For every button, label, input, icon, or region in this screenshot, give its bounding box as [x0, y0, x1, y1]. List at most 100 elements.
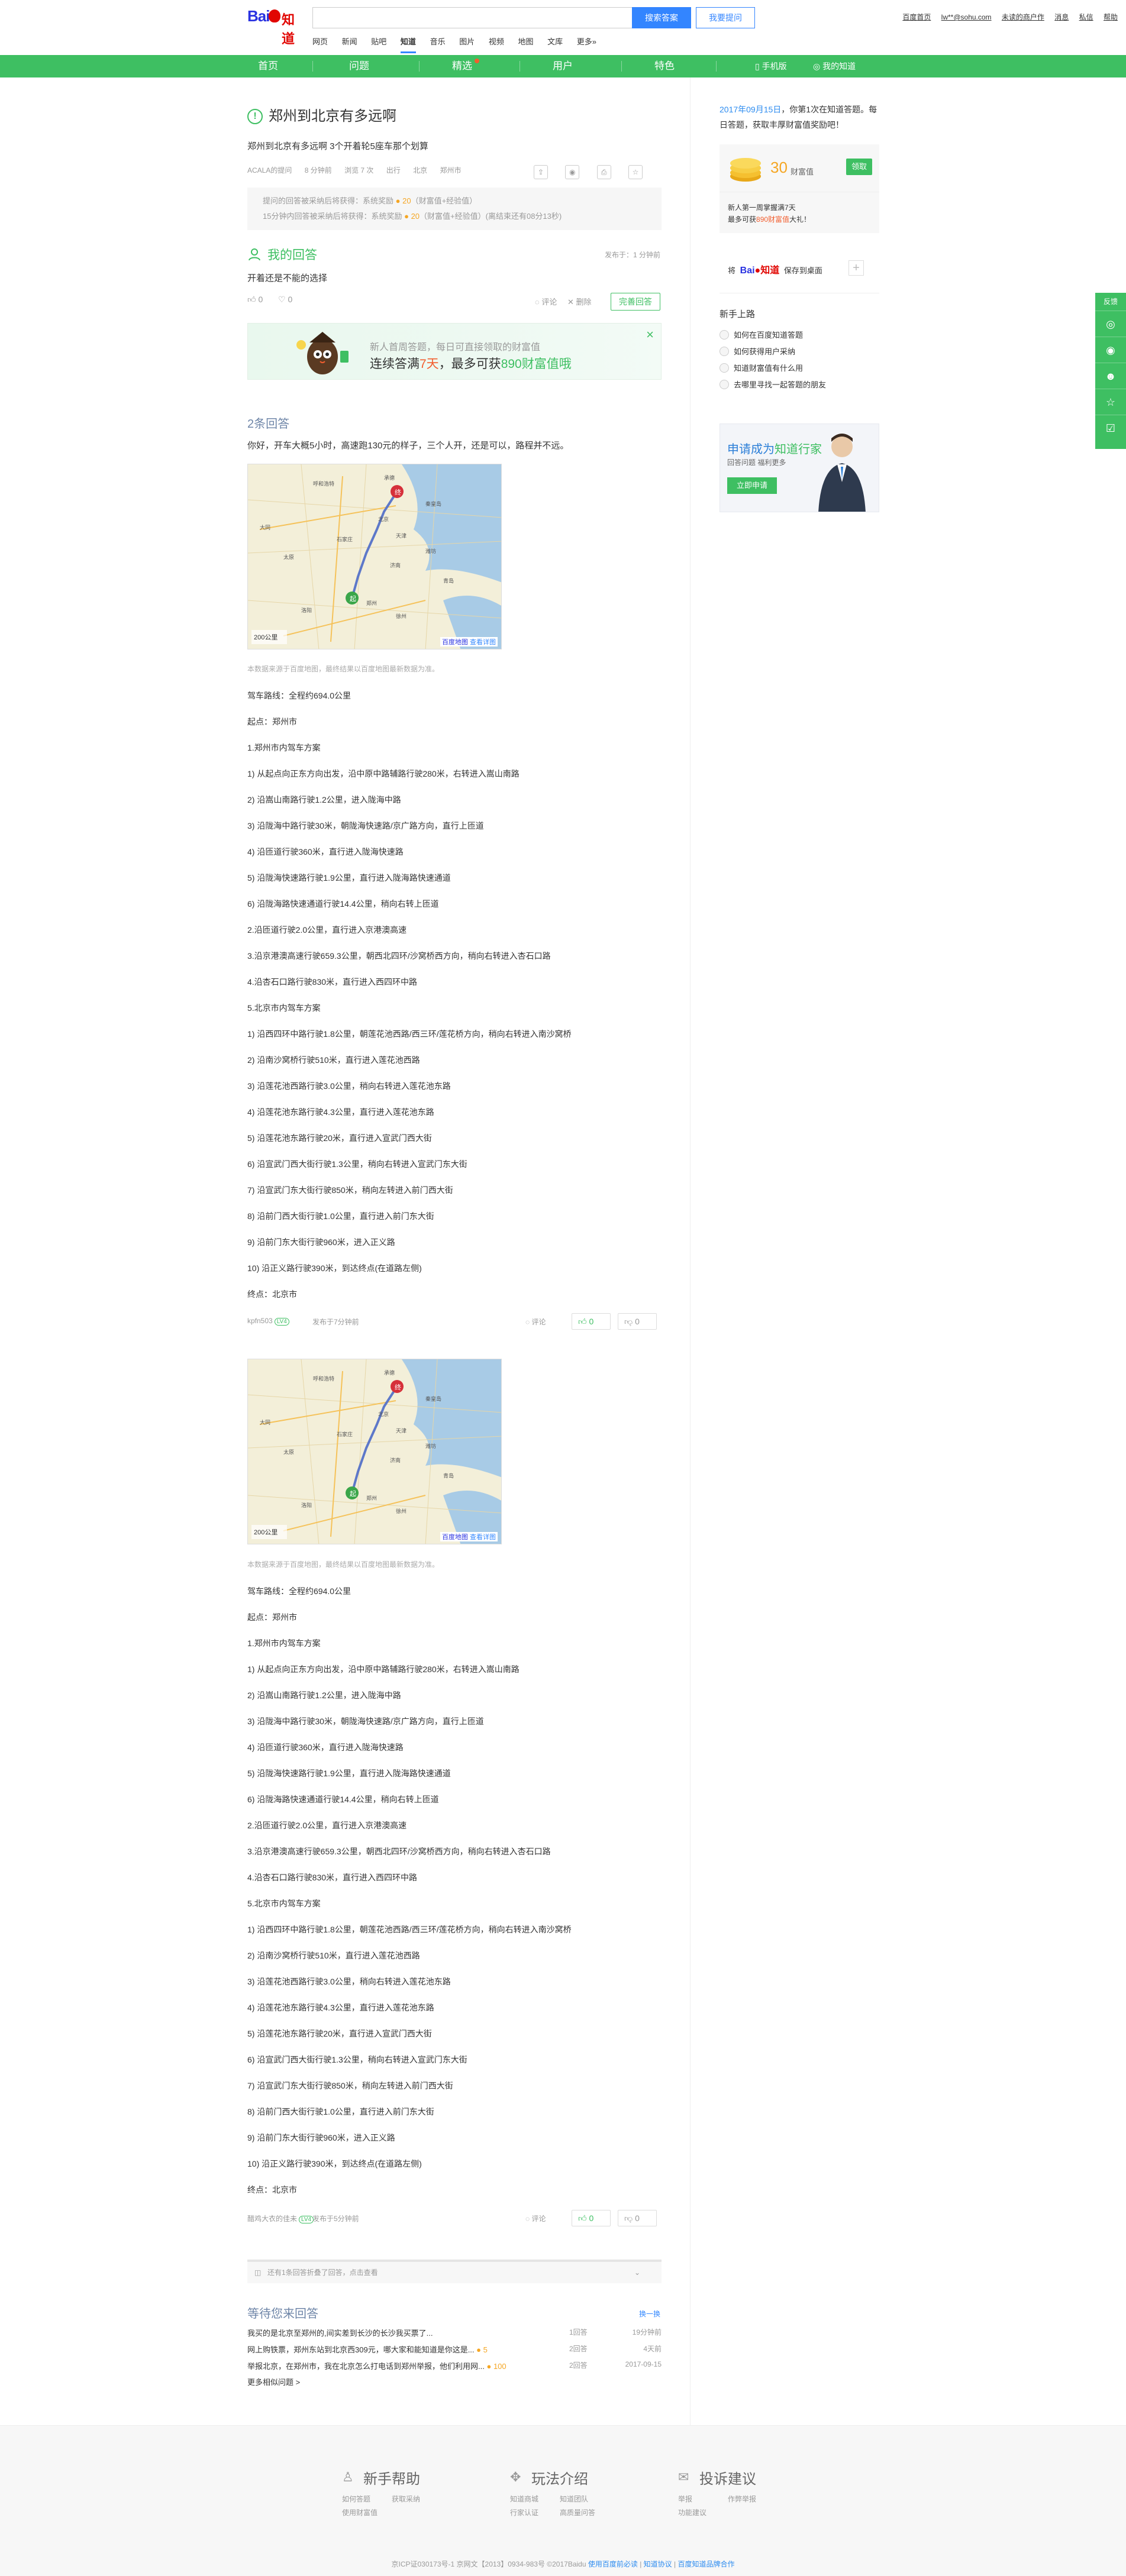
map-brand[interactable]: 百度地图 查看详图 [440, 1532, 498, 1541]
footer-link[interactable]: 如何答题 [342, 2494, 392, 2504]
wechat-icon[interactable]: ◎ [1095, 311, 1126, 337]
close-icon[interactable]: × [646, 327, 654, 342]
answer-comment[interactable]: ◌ 评论 [525, 2213, 546, 2223]
nav-mobile[interactable]: ▯ 手机版 [755, 55, 787, 77]
more-similar-link[interactable]: 更多相似问题 > [247, 2376, 300, 2387]
folded-answers-bar[interactable]: ◫ 还有1条回答折叠了回答，点击查看 ⌄ [247, 2260, 662, 2283]
answer-upvote[interactable]: 👍︎ 0 [572, 1313, 611, 1330]
svg-text:徐州: 徐州 [396, 613, 406, 620]
channel-map[interactable]: 地图 [518, 35, 533, 53]
link-help[interactable]: 帮助 [1104, 13, 1118, 21]
waiting-question[interactable]: 举报北京，在郑州市，我在北京怎么打电话到郑州举报，他们利用网... ● 100 … [247, 2360, 662, 2374]
delete-button[interactable]: ✕ 删除 [567, 298, 592, 306]
channel-more[interactable]: 更多» [577, 35, 596, 53]
tag-travel[interactable]: 出行 [386, 166, 401, 174]
footer-link[interactable]: 作弊举报 [728, 2494, 777, 2504]
footer-links: 举报 作弊举报 [678, 2494, 777, 2504]
channel-nav: 网页 新闻 贴吧 知道 音乐 图片 视频 地图 文库 更多» [312, 35, 608, 53]
nav-questions[interactable]: 问题 [349, 55, 369, 77]
terms-link[interactable]: 百度知道品牌合作 [677, 2560, 734, 2568]
expert-apply-ad[interactable]: 申请成为知道行家 回答问题 福利更多 立即申请 [720, 424, 879, 512]
svg-text:太原: 太原 [283, 554, 294, 561]
answer-downvote[interactable]: 👎︎ 0 [618, 1313, 657, 1330]
answer-comment[interactable]: ◌ 评论 [525, 1317, 546, 1327]
route-map[interactable]: 终 起 呼和浩特 承德 秦皇岛 大同 北京 天津 太原 石家庄 济南 潍坊 青岛 洛阳 郑州 徐州… [247, 464, 502, 649]
print-icon[interactable]: ⎙ [596, 165, 611, 179]
ask-question-button[interactable]: 我要提问 [696, 7, 755, 28]
map-brand[interactable]: 百度地图 查看详图 [440, 637, 498, 647]
baidu-zhidao-logo[interactable]: Bai 知道 [247, 7, 303, 47]
save-to-desktop[interactable]: 将 Bai●知道 保存到桌面 [728, 262, 822, 276]
footer-link[interactable]: 知道商城 [510, 2494, 560, 2504]
channel-wenku[interactable]: 文库 [547, 35, 563, 53]
footer-link[interactable]: 知道团队 [560, 2494, 609, 2504]
my-answer-upvote[interactable]: 👍︎ 0 [247, 295, 263, 305]
my-answer-downvote[interactable]: ♡ 0 [278, 295, 292, 305]
nav-special[interactable]: 特色 [654, 55, 675, 77]
feedback-button[interactable]: 反馈 [1095, 293, 1126, 311]
footer-link[interactable]: 行家认证 [510, 2507, 560, 2517]
claim-button[interactable]: 领取 [846, 159, 872, 175]
weibo-icon[interactable]: ◉ [1095, 337, 1126, 363]
link-merchant[interactable]: 未读的商户作 [1002, 13, 1044, 21]
link-private-msg[interactable]: 私信 [1079, 13, 1093, 21]
footer-link[interactable]: 高质量问答 [560, 2507, 609, 2517]
route-step: 10) 沿正义路行驶390米，到达终点(在道路左侧) [247, 1263, 422, 1273]
search-input[interactable] [312, 7, 632, 28]
terms-link[interactable]: 知道协议 [644, 2560, 672, 2568]
answer-intro: 你好，开车大概5小时，高速跑130元的样子，三个人开，还是可以，路程并不远。 [247, 441, 569, 451]
logo-bai: Bai [247, 7, 270, 25]
footer-link[interactable]: 功能建议 [678, 2507, 728, 2517]
question-tools: ⇪ ◉ ⎙ ☆ [529, 165, 653, 179]
link-baidu-home[interactable]: 百度首页 [902, 13, 931, 21]
answer-downvote[interactable]: 👎︎ 0 [618, 2210, 657, 2226]
guide-item[interactable]: 知道财富值有什么用 [720, 362, 803, 373]
footer-link[interactable]: 使用财富值 [342, 2507, 392, 2517]
share-icon[interactable]: ⇪ [533, 165, 548, 179]
asker[interactable]: ACALA的提问 [247, 166, 292, 174]
terms-link[interactable]: 使用百度前必读 [588, 2560, 638, 2568]
channel-tieba[interactable]: 贴吧 [371, 35, 386, 53]
star-icon[interactable]: ☆ [628, 165, 643, 179]
waiting-question[interactable]: 我买的是北京至郑州的,间实差到长沙的长沙我买票了... 1回答 19分钟前 [247, 2327, 662, 2341]
guide-item[interactable]: 如何在百度知道答题 [720, 329, 803, 340]
waiting-question[interactable]: 网上购铁票，郑州东站到北京西309元，哪大家和能知道是你这是... ● 5 2回… [247, 2344, 662, 2358]
link-messages[interactable]: 消息 [1054, 13, 1069, 21]
channel-web[interactable]: 网页 [312, 35, 328, 53]
route-map[interactable]: 终 起 呼和浩特 承德 秦皇岛 大同 北京 天津 太原 石家庄 济南 潍坊 青岛 洛阳 郑州 徐州… [247, 1359, 502, 1544]
guide-item[interactable]: 去哪里寻找一起答题的朋友 [720, 379, 826, 390]
weibo-icon[interactable]: ◉ [565, 165, 580, 179]
reward-info: 提问的回答被采纳后将获得：系统奖励 ● 20（财富值+经验值） 15分钟内回答被… [247, 188, 662, 230]
star-icon[interactable]: ☆ [1095, 389, 1126, 415]
svg-text:大同: 大同 [260, 524, 270, 531]
answer-user[interactable]: kpfn503 LV4 [247, 1317, 289, 1326]
comment-button[interactable]: ◌ 评论 [535, 298, 557, 306]
newbie-promo-banner[interactable]: 新人首周答题，每日可直接领取的财富值 连续答满7天，最多可获890财富值哦 × [247, 323, 662, 380]
answer-user[interactable]: 醋鸡大衣的佳未 LV4 [247, 2213, 314, 2223]
nav-home[interactable]: 首页 [258, 55, 278, 77]
route-step: 终点：北京市 [247, 1289, 297, 1299]
improve-answer-button[interactable]: 完善回答 [611, 293, 660, 311]
main-nav: 首页 问题 精选 用户 特色 ▯ 手机版 ◎ 我的知道 [0, 55, 1126, 77]
channel-music[interactable]: 音乐 [430, 35, 446, 53]
tag-beijing[interactable]: 北京 [413, 166, 427, 174]
guide-item[interactable]: 如何获得用户采纳 [720, 345, 795, 357]
checkin-icon[interactable]: ☑ [1095, 415, 1126, 441]
channel-images[interactable]: 图片 [459, 35, 475, 53]
channel-video[interactable]: 视频 [489, 35, 504, 53]
channel-news[interactable]: 新闻 [342, 35, 357, 53]
nav-my-zhidao[interactable]: ◎ 我的知道 [813, 55, 856, 77]
nav-featured[interactable]: 精选 [452, 55, 472, 77]
footer-link[interactable]: 举报 [678, 2494, 728, 2504]
answer-upvote[interactable]: 👍︎ 0 [572, 2210, 611, 2226]
channel-zhidao[interactable]: 知道 [400, 35, 416, 53]
apply-now-button[interactable]: 立即申请 [727, 477, 777, 494]
qq-icon[interactable]: ☻ [1095, 363, 1126, 389]
change-batch-link[interactable]: 换一换 [639, 2309, 660, 2319]
nav-users[interactable]: 用户 [553, 55, 573, 77]
link-user-account[interactable]: lw**@sohu.com [941, 13, 992, 21]
plus-icon[interactable]: + [848, 260, 864, 276]
tag-zhengzhou[interactable]: 郑州市 [440, 166, 461, 174]
footer-link[interactable]: 获取采纳 [392, 2494, 441, 2504]
search-answer-button[interactable]: 搜索答案 [632, 7, 691, 28]
